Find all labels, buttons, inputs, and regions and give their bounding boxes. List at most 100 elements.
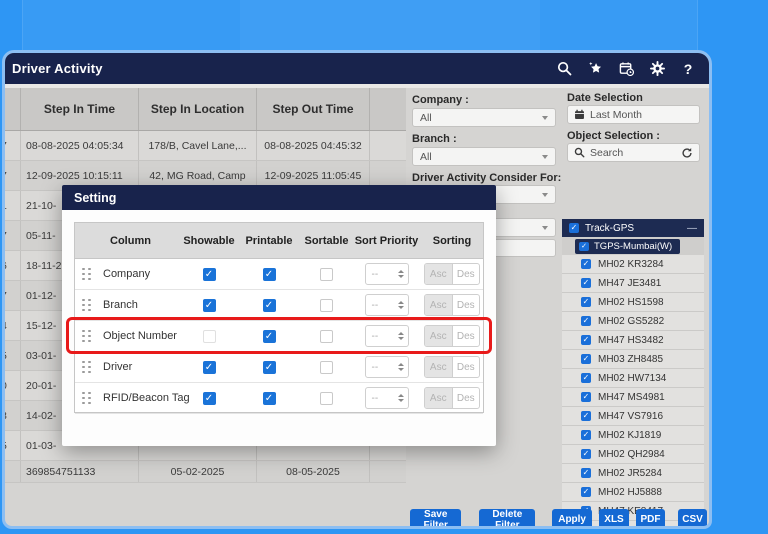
sorting-toggle-group: AscDes bbox=[424, 325, 480, 347]
showable-checkbox[interactable]: ✓ bbox=[203, 361, 216, 374]
vehicle-list-item[interactable]: ✓MH47 MS4981 bbox=[562, 388, 704, 407]
vehicle-list-item[interactable]: ✓MH47 JE3481 bbox=[562, 274, 704, 293]
date-range-input[interactable]: Last Month bbox=[567, 105, 700, 124]
vehicle-checkbox[interactable]: ✓ bbox=[581, 430, 591, 440]
vehicle-list-item[interactable]: ✓MH02 HS1598 bbox=[562, 293, 704, 312]
column-header-step-out-time[interactable]: Step Out Time bbox=[257, 88, 370, 130]
table-row[interactable]: 36985475113305-02-202508-05-2025 bbox=[5, 461, 406, 483]
printable-checkbox[interactable]: ✓ bbox=[263, 299, 276, 312]
csv-button[interactable]: CSV bbox=[678, 509, 707, 529]
tree-group-tgps-mumbai[interactable]: ✓ TGPS-Mumbai(W) bbox=[575, 239, 680, 254]
vehicle-checkbox[interactable]: ✓ bbox=[581, 411, 591, 421]
vehicle-checkbox[interactable]: ✓ bbox=[581, 259, 591, 269]
tree-root-track-gps[interactable]: ✓ Track-GPS — bbox=[562, 219, 704, 237]
company-select[interactable]: All bbox=[412, 108, 556, 127]
vehicle-checkbox[interactable]: ✓ bbox=[581, 487, 591, 497]
save-filter-button[interactable]: Save Filter bbox=[410, 509, 461, 529]
printable-checkbox[interactable]: ✓ bbox=[263, 361, 276, 374]
asc-button[interactable]: Asc bbox=[425, 264, 453, 284]
favorites-star-icon[interactable] bbox=[587, 61, 603, 77]
asc-button[interactable]: Asc bbox=[425, 357, 453, 377]
vehicle-checkbox[interactable]: ✓ bbox=[581, 468, 591, 478]
printable-checkbox[interactable]: ✓ bbox=[263, 268, 276, 281]
sortable-checkbox[interactable] bbox=[320, 330, 333, 343]
vehicle-list-item[interactable]: ✓MH02 QH2984 bbox=[562, 445, 704, 464]
printable-checkbox[interactable]: ✓ bbox=[263, 330, 276, 343]
table-row[interactable]: 708-08-2025 04:05:34178/B, Cavel Lane,..… bbox=[5, 131, 406, 161]
sortable-checkbox[interactable] bbox=[320, 361, 333, 374]
showable-checkbox[interactable]: ✓ bbox=[203, 392, 216, 405]
sort-priority-select[interactable]: -- bbox=[365, 325, 409, 347]
titlebar-icons: ? bbox=[556, 61, 696, 77]
modal-cell-sorting: AscDes bbox=[419, 325, 485, 347]
sort-priority-select[interactable]: -- bbox=[365, 263, 409, 285]
sortable-checkbox[interactable] bbox=[320, 392, 333, 405]
settings-gear-icon[interactable] bbox=[649, 61, 665, 77]
drag-handle-icon[interactable] bbox=[82, 330, 91, 343]
column-header-step-in-location[interactable]: Step In Location bbox=[139, 88, 257, 130]
modal-cell-column: Company bbox=[75, 268, 179, 281]
vehicle-list-item[interactable]: ✓MH02 JR5284 bbox=[562, 464, 704, 483]
scheduled-report-calendar-icon[interactable] bbox=[618, 61, 634, 77]
printable-checkbox[interactable]: ✓ bbox=[263, 392, 276, 405]
asc-button[interactable]: Asc bbox=[425, 295, 453, 315]
tree-root-checkbox[interactable]: ✓ bbox=[569, 223, 579, 233]
object-search-input[interactable]: Search bbox=[567, 143, 700, 162]
cell-id: 4 bbox=[5, 311, 21, 340]
modal-cell-printable: ✓ bbox=[239, 330, 299, 343]
vehicle-checkbox[interactable]: ✓ bbox=[581, 335, 591, 345]
drag-handle-icon[interactable] bbox=[82, 299, 91, 312]
sort-priority-select[interactable]: -- bbox=[365, 356, 409, 378]
drag-handle-icon[interactable] bbox=[82, 392, 91, 405]
sortable-checkbox[interactable] bbox=[320, 268, 333, 281]
apply-button[interactable]: Apply bbox=[552, 509, 592, 529]
sort-priority-select[interactable]: -- bbox=[365, 387, 409, 409]
des-button[interactable]: Des bbox=[453, 357, 480, 377]
vehicle-list-item[interactable]: ✓MH47 HS3482 bbox=[562, 331, 704, 350]
search-icon[interactable] bbox=[556, 61, 572, 77]
delete-filter-button[interactable]: Delete Filter bbox=[479, 509, 535, 529]
vehicle-checkbox[interactable]: ✓ bbox=[581, 449, 591, 459]
vehicle-checkbox[interactable]: ✓ bbox=[581, 316, 591, 326]
vehicle-checkbox[interactable]: ✓ bbox=[581, 278, 591, 288]
refresh-icon[interactable] bbox=[681, 147, 693, 159]
vehicle-list-item[interactable]: ✓MH47 VS7916 bbox=[562, 407, 704, 426]
chevron-down-icon bbox=[542, 226, 548, 230]
asc-button[interactable]: Asc bbox=[425, 388, 453, 408]
vehicle-checkbox[interactable]: ✓ bbox=[581, 373, 591, 383]
xls-button[interactable]: XLS bbox=[599, 509, 629, 529]
vehicle-checkbox[interactable]: ✓ bbox=[581, 392, 591, 402]
vehicle-list-item[interactable]: ✓MH02 KR3284 bbox=[562, 255, 704, 274]
column-header-step-out-location[interactable]: Step bbox=[370, 88, 406, 130]
sortable-checkbox[interactable] bbox=[320, 299, 333, 312]
vehicle-list-item[interactable]: ✓MH02 HJ5888 bbox=[562, 483, 704, 502]
branch-select[interactable]: All bbox=[412, 147, 556, 166]
drag-handle-icon[interactable] bbox=[82, 361, 91, 374]
vehicle-list-item[interactable]: ✓MH03 ZH8485 bbox=[562, 350, 704, 369]
vehicle-list-item[interactable]: ✓MH02 GS5282 bbox=[562, 312, 704, 331]
vehicle-checkbox[interactable]: ✓ bbox=[581, 297, 591, 307]
showable-checkbox[interactable]: ✓ bbox=[203, 268, 216, 281]
help-icon[interactable]: ? bbox=[680, 61, 696, 77]
drag-handle-icon[interactable] bbox=[82, 268, 91, 281]
sort-priority-select[interactable]: -- bbox=[365, 294, 409, 316]
sorting-toggle-group: AscDes bbox=[424, 294, 480, 316]
showable-checkbox[interactable] bbox=[203, 330, 216, 343]
vehicle-list-item[interactable]: ✓MH02 KJ1819 bbox=[562, 426, 704, 445]
showable-checkbox[interactable]: ✓ bbox=[203, 299, 216, 312]
asc-button[interactable]: Asc bbox=[425, 326, 453, 346]
des-button[interactable]: Des bbox=[453, 388, 480, 408]
sorting-toggle-group: AscDes bbox=[424, 356, 480, 378]
collapse-icon[interactable]: — bbox=[687, 223, 697, 234]
vehicle-checkbox[interactable]: ✓ bbox=[581, 354, 591, 364]
column-header-step-in-time[interactable]: Step In Time bbox=[21, 88, 139, 130]
vehicle-list-item[interactable]: ✓MH02 HW7134 bbox=[562, 369, 704, 388]
cell-step-in-time: 369854751133 bbox=[21, 461, 139, 482]
des-button[interactable]: Des bbox=[453, 326, 480, 346]
des-button[interactable]: Des bbox=[453, 264, 480, 284]
tree-group-checkbox[interactable]: ✓ bbox=[579, 242, 589, 251]
modal-cell-sortable bbox=[299, 268, 354, 281]
des-button[interactable]: Des bbox=[453, 295, 480, 315]
date-selection-label: Date Selection bbox=[567, 92, 643, 104]
pdf-button[interactable]: PDF bbox=[636, 509, 665, 529]
